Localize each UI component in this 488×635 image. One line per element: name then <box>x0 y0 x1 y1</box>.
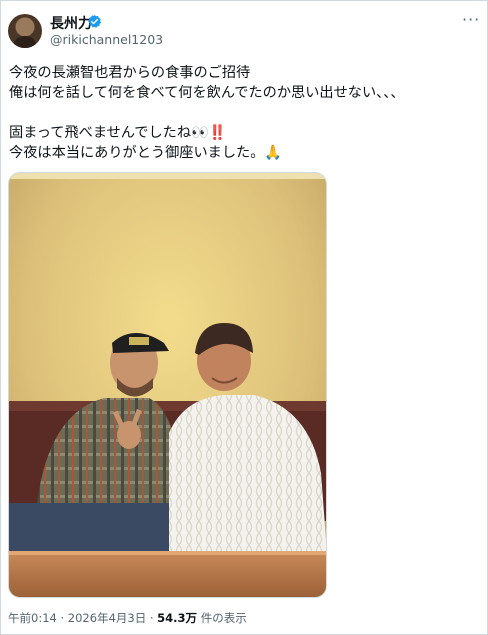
avatar[interactable] <box>8 14 42 48</box>
more-options-icon[interactable]: ··· <box>462 10 480 29</box>
verified-badge-icon <box>88 14 102 28</box>
tweet-meta: 午前0:14 · 2026年4月3日 · 54.3万 件の表示 <box>8 610 247 626</box>
views-label: 件の表示 <box>197 611 247 625</box>
meta-separator: · <box>146 611 158 625</box>
display-name[interactable]: 長州力 <box>50 13 92 33</box>
meta-separator: · <box>56 611 68 625</box>
tweet-time[interactable]: 午前0:14 <box>8 611 57 625</box>
tweet-photo[interactable] <box>8 172 327 598</box>
tweet-date[interactable]: 2026年4月3日 <box>68 611 146 625</box>
user-handle[interactable]: @rikichannel1203 <box>50 32 163 47</box>
photo-image <box>9 173 326 597</box>
tweet-text: 今夜の長瀬智也君からの食事のご招待 俺は何を話して何を食べて何を飲んでたのか思い… <box>9 65 405 161</box>
views-count: 54.3万 <box>157 611 198 625</box>
